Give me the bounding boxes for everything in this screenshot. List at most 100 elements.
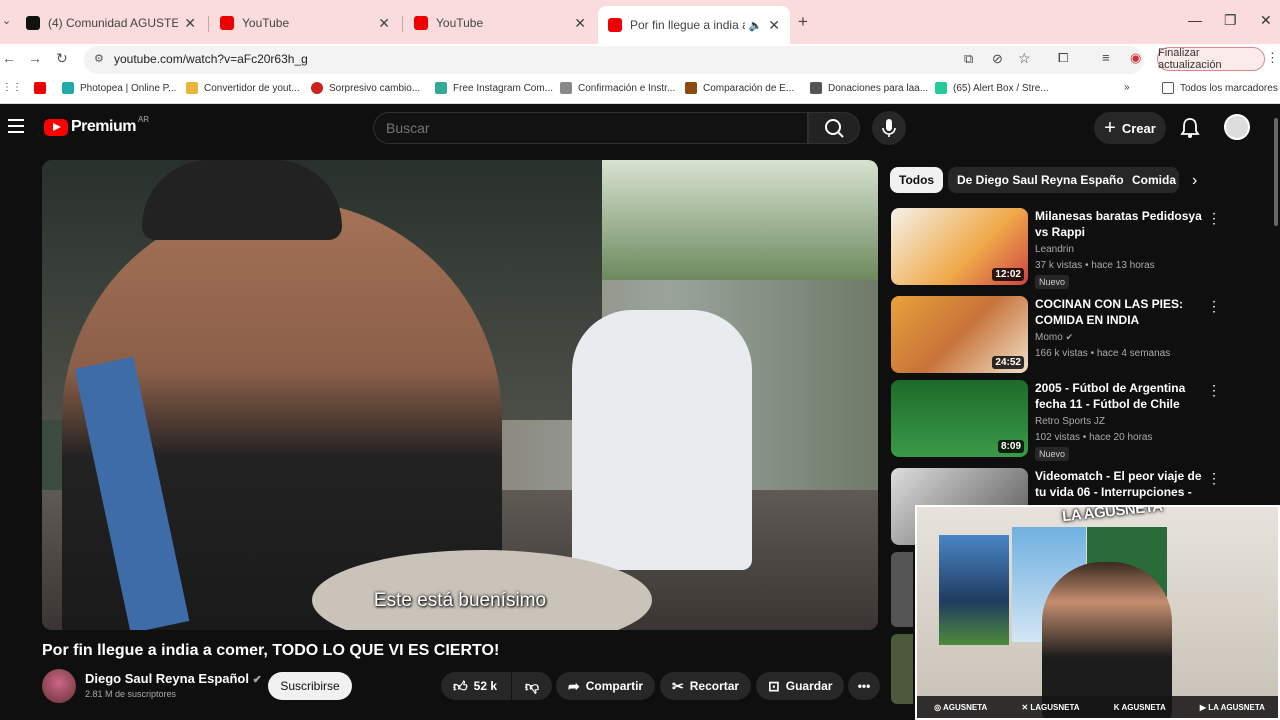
speaker-icon[interactable]: 🔈	[749, 19, 763, 32]
rec-title[interactable]: Milanesas baratas Pedidosya vs Rappi	[1035, 208, 1205, 240]
forward-icon[interactable]: →	[28, 50, 42, 66]
rec-menu-icon[interactable]: ⋮	[1207, 470, 1221, 487]
chip-channel[interactable]: De Diego Saul Reyna Español	[948, 167, 1137, 193]
minimize-button[interactable]: —	[1188, 12, 1202, 28]
new-tab-button[interactable]: +	[798, 12, 808, 32]
bookmark-star-icon[interactable]: ☆	[1018, 50, 1031, 67]
media-icon[interactable]: ≡	[1102, 50, 1110, 65]
instagram-handle: ◎ AGUSNETA	[934, 702, 988, 712]
folder-icon	[186, 82, 198, 94]
menu-kebab-icon[interactable]: ⋮	[1266, 50, 1279, 66]
voice-search-button[interactable]	[872, 111, 906, 145]
rec-menu-icon[interactable]: ⋮	[1207, 210, 1221, 227]
clip-button[interactable]: ✂ Recortar	[660, 672, 752, 700]
rec-title[interactable]: 2005 - Fútbol de Argentina fecha 11 - Fú…	[1035, 380, 1205, 412]
share-button[interactable]: ➦ Compartir	[556, 672, 656, 700]
restore-button[interactable]: ❐	[1224, 12, 1237, 29]
handle-text: AGUSNETA	[942, 702, 988, 712]
chevron-right-icon[interactable]: ›	[1192, 172, 1197, 190]
recommendation-item[interactable]: 8:09 2005 - Fútbol de Argentina fecha 11…	[891, 380, 1276, 461]
tab-search-icon[interactable]: ⌄	[2, 14, 11, 27]
all-bookmarks-label: Todos los marcadores	[1180, 82, 1278, 94]
update-button[interactable]: Finalizar actualización	[1157, 47, 1265, 71]
update-label: Finalizar actualización	[1158, 47, 1222, 71]
dislike-button[interactable]: 👎︎	[512, 672, 552, 700]
save-button[interactable]: ⊡ Guardar	[756, 672, 845, 700]
profile-icon[interactable]: ◉	[1130, 50, 1141, 66]
more-bookmarks-icon[interactable]: »	[1124, 82, 1130, 93]
streamlabs-icon	[935, 82, 947, 94]
bookmark-item[interactable]: Photopea | Online P...	[62, 82, 176, 94]
bookmark-item[interactable]: Confirmación e Instr...	[560, 82, 675, 94]
rec-menu-icon[interactable]: ⋮	[1207, 382, 1221, 399]
link-icon	[560, 82, 572, 94]
channel-name[interactable]: Diego Saul Reyna Español ✔	[85, 671, 262, 686]
browser-tab-3[interactable]: YouTube ✕	[404, 8, 596, 38]
rec-channel[interactable]: Retro Sports JZ	[1035, 416, 1105, 427]
rec-channel[interactable]: Leandrin	[1035, 244, 1074, 255]
close-tab-icon[interactable]: ✕	[184, 15, 196, 32]
rec-menu-icon[interactable]: ⋮	[1207, 298, 1221, 315]
bookmark-item[interactable]: Sorpresivo cambio...	[311, 82, 420, 94]
like-button[interactable]: 👍︎ 52 k	[441, 672, 511, 700]
bookmark-label: Free Instagram Com...	[453, 82, 554, 94]
all-bookmarks[interactable]: Todos los marcadores	[1162, 82, 1278, 94]
new-badge: Nuevo	[1035, 447, 1070, 461]
video-thumbnail[interactable]: 12:02	[891, 208, 1028, 285]
search-input[interactable]	[374, 113, 774, 143]
rec-title[interactable]: Videomatch - El peor viaje de tu vida 06…	[1035, 468, 1205, 500]
video-subtitle: Este está buenísimo	[373, 590, 547, 611]
subscribe-button[interactable]: Suscribirse	[268, 672, 352, 700]
channel-avatar[interactable]	[42, 669, 76, 703]
account-avatar[interactable]	[1224, 114, 1250, 140]
video-thumbnail[interactable]: 24:52	[891, 296, 1028, 373]
bookmark-item[interactable]: Free Instagram Com...	[435, 82, 553, 94]
create-button[interactable]: + Crear	[1094, 112, 1166, 144]
reload-icon[interactable]: ↻	[56, 50, 68, 67]
tab-label: (4) Comunidad AGUSTETISMO	[48, 16, 179, 30]
recommendation-item[interactable]: 12:02 Milanesas baratas Pedidosya vs Rap…	[891, 208, 1276, 289]
eye-off-icon[interactable]: ⊘	[992, 51, 1003, 67]
omnibox[interactable]: ⚙ youtube.com/watch?v=aFc20r63h_g ⧉ ⊘ ☆	[84, 46, 1144, 74]
bookmark-item[interactable]: Comparación de E...	[685, 82, 794, 94]
extensions-icon[interactable]: ⧠	[1058, 50, 1068, 66]
browser-tab-active[interactable]: Por fin llegue a india a comer 🔈 ✕	[598, 6, 790, 44]
partial-thumbnail[interactable]	[891, 634, 913, 704]
partial-thumbnail[interactable]	[891, 552, 913, 627]
browser-tab-2[interactable]: YouTube ✕	[210, 8, 400, 38]
menu-icon[interactable]	[8, 119, 24, 137]
notifications-bell-icon[interactable]	[1180, 117, 1200, 139]
youtube-premium-logo[interactable]: Premium AR	[44, 115, 149, 136]
more-actions-button[interactable]: •••	[848, 672, 880, 700]
close-window-button[interactable]: ✕	[1260, 12, 1272, 29]
bookmark-youtube[interactable]	[34, 82, 52, 94]
site-info-icon[interactable]: ⚙	[94, 52, 104, 65]
rec-channel[interactable]: Momo ✔	[1035, 332, 1073, 343]
bookmark-label: Convertidor de yout...	[204, 82, 300, 94]
recommendation-item[interactable]: 24:52 COCINAN CON LAS PIES: COMIDA EN IN…	[891, 296, 1276, 376]
share-label: Compartir	[585, 679, 644, 693]
install-icon[interactable]: ⧉	[964, 51, 973, 67]
apps-grid-icon[interactable]: ⋮⋮	[2, 82, 22, 93]
close-tab-icon[interactable]: ✕	[574, 15, 586, 32]
handle-text: LA AGUSNETA	[1208, 702, 1265, 712]
bookmark-item[interactable]: Convertidor de yout...	[186, 82, 300, 94]
search-box[interactable]	[373, 112, 808, 144]
bookmark-label: Sorpresivo cambio...	[329, 82, 421, 94]
address-bar-row: ← → ↻ ⚙ youtube.com/watch?v=aFc20r63h_g …	[0, 44, 1280, 74]
rec-title[interactable]: COCINAN CON LAS PIES: COMIDA EN INDIA	[1035, 296, 1205, 328]
url-text[interactable]: youtube.com/watch?v=aFc20r63h_g	[114, 52, 308, 66]
back-icon[interactable]: ←	[2, 50, 16, 66]
page-scrollbar[interactable]	[1274, 118, 1278, 226]
close-tab-icon[interactable]: ✕	[378, 15, 390, 32]
chip-all[interactable]: Todos	[890, 167, 944, 193]
clip-label: Recortar	[689, 679, 740, 693]
browser-tab-1[interactable]: (4) Comunidad AGUSTETISMO ✕	[16, 8, 206, 38]
close-tab-icon[interactable]: ✕	[768, 17, 780, 34]
bookmark-item[interactable]: (65) Alert Box / Stre...	[935, 82, 1049, 94]
bookmark-item[interactable]: Donaciones para laa...	[810, 82, 928, 94]
search-button[interactable]	[808, 112, 860, 144]
chip-food[interactable]: Comida	[1123, 167, 1179, 193]
video-thumbnail[interactable]: 8:09	[891, 380, 1028, 457]
video-player[interactable]: Este está buenísimo	[42, 160, 878, 630]
